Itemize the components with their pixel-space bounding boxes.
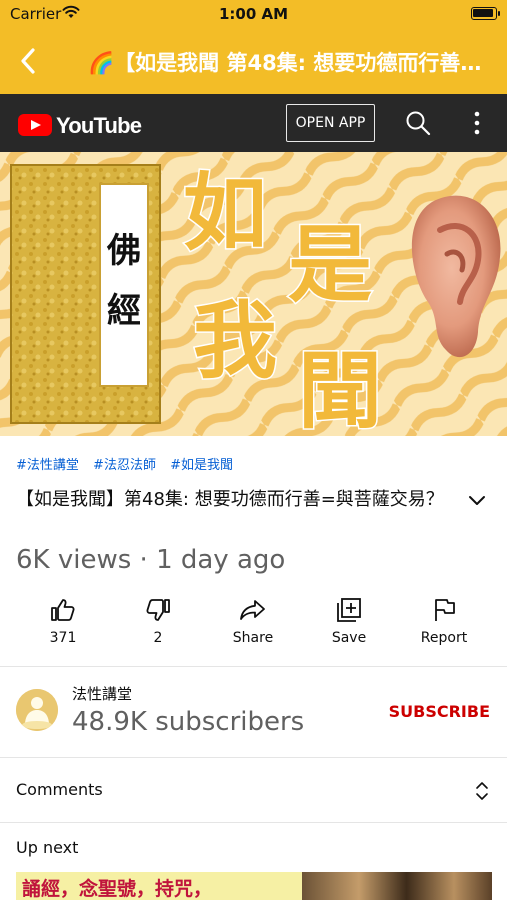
video-player-thumbnail[interactable]: 佛 經 如 是 我 聞 [0,152,507,436]
up-next-heading: Up next [16,838,79,857]
status-bar: Carrier 1:00 AM [0,0,507,28]
divider [0,822,507,823]
youtube-header: YouTube OPEN APP [0,94,507,152]
channel-row[interactable]: 法性講堂 48.9K subscribers SUBSCRIBE [0,667,507,757]
save-label: Save [331,630,367,646]
thumbs-up-icon [51,599,75,621]
scroll-char-1: 佛 [106,231,141,271]
search-icon[interactable] [405,110,431,136]
clock: 1:00 AM [218,5,289,23]
up-next-photo [302,872,492,900]
youtube-play-icon [18,114,52,136]
video-meta: 6K views · 1 day ago [16,545,286,575]
hashtag-list: #法性講堂 #法忍法師 #如是我聞 [16,454,243,473]
save-button[interactable]: Save [304,590,394,660]
share-label: Share [232,630,274,646]
chevron-down-icon[interactable] [466,492,488,510]
thumbnail-artwork: 佛 經 如 是 我 聞 [0,152,507,436]
dislike-button[interactable]: 2 [113,590,203,660]
nav-title: 🌈【如是我聞 第48集: 想要功德而行善=與菩薩交易？ [88,51,489,75]
more-options-icon[interactable] [470,110,484,136]
scroll-char-2: 經 [107,291,141,331]
hashtag-link[interactable]: #法忍法師 [93,458,156,473]
video-title[interactable]: 【如是我聞】第48集: 想要功德而行善=與菩薩交易？ [16,487,456,513]
share-icon [240,600,265,620]
big-char-3: 我 [193,292,277,390]
like-button[interactable]: 371 [18,590,108,660]
big-char-4: 聞 [298,342,382,436]
thumbs-down-icon [146,599,170,621]
comments-section[interactable]: Comments [0,758,507,822]
like-count: 371 [49,630,77,646]
subscribe-button[interactable]: SUBSCRIBE [389,702,490,721]
flag-icon [435,599,455,621]
buddha-avatar-icon [16,689,58,731]
app-nav-bar: 🌈【如是我聞 第48集: 想要功德而行善=與菩薩交易？ [0,28,507,94]
add-to-playlist-icon [337,598,361,622]
subscriber-count: 48.9K subscribers [72,707,305,737]
big-char-1: 如 [183,164,267,262]
big-char-2: 是 [288,216,372,314]
hashtag-link[interactable]: #如是我聞 [170,458,233,473]
youtube-logo-text: YouTube [56,113,142,138]
report-label: Report [420,630,468,646]
report-button[interactable]: Report [399,590,489,660]
channel-avatar[interactable] [16,689,58,731]
youtube-logo[interactable]: YouTube [18,112,142,138]
hashtag-link[interactable]: #法性講堂 [16,458,79,473]
channel-name[interactable]: 法性講堂 [72,683,132,704]
expand-collapse-icon[interactable] [475,780,489,802]
back-chevron-icon[interactable] [16,46,40,76]
comments-label: Comments [16,780,103,799]
up-next-thumb-text: 誦經，念聖號，持咒， [22,878,213,900]
battery-icon [471,7,500,20]
share-button[interactable]: Share [208,590,298,660]
up-next-video-thumbnail[interactable]: 誦經，念聖號，持咒， [16,872,492,900]
action-row: 371 2 Share Save Report [0,590,507,660]
open-app-button[interactable]: OPEN APP [286,104,375,142]
dislike-count: 2 [153,630,163,646]
